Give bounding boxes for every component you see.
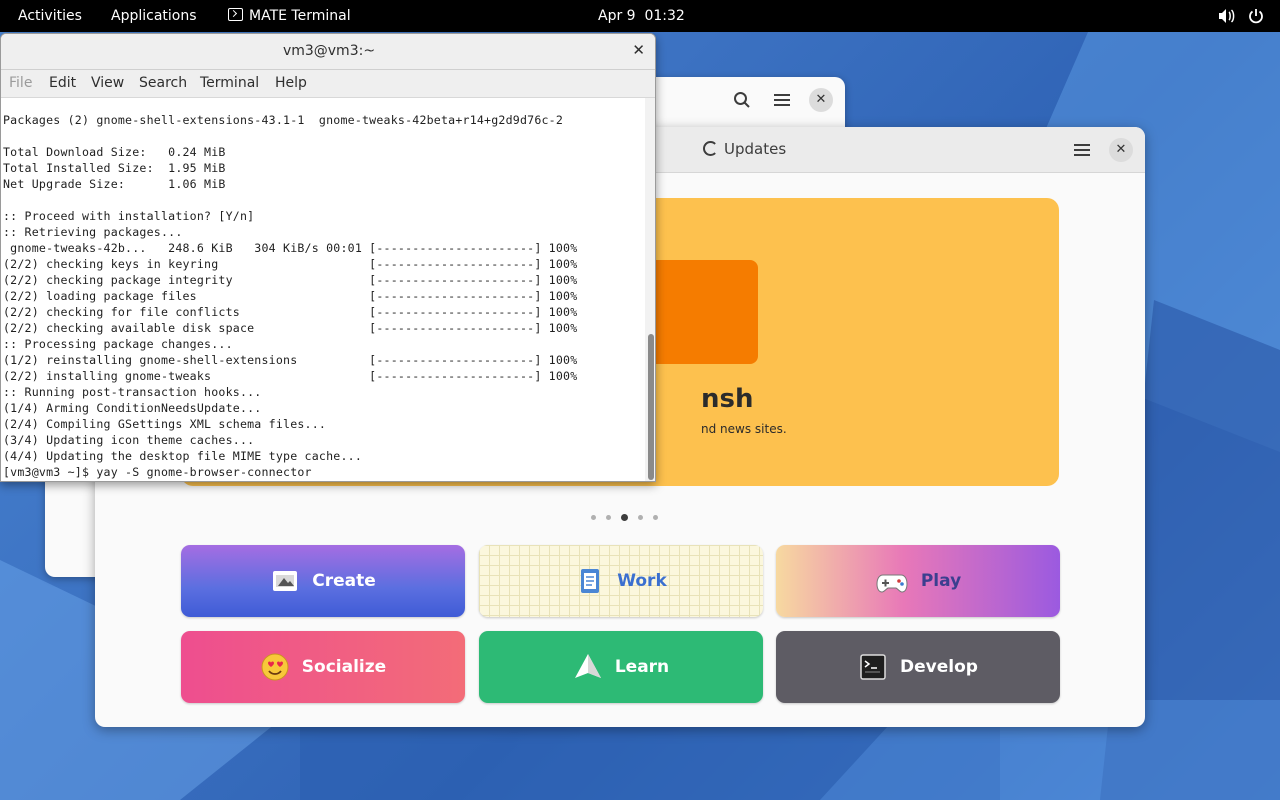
terminal-line: (1/4) Arming ConditionNeedsUpdate...	[3, 401, 262, 415]
category-socialize[interactable]: Socialize	[181, 631, 465, 703]
menu-search[interactable]: Search	[139, 75, 187, 91]
top-bar: Activities Applications MATE Terminal Ap…	[0, 0, 1280, 32]
category-learn-label: Learn	[614, 657, 670, 677]
tab-updates-label: Updates	[724, 140, 787, 158]
heart-eyes-icon	[260, 652, 290, 682]
terminal-line: (2/2) checking available disk space [---…	[3, 321, 578, 335]
category-develop-label: Develop	[900, 657, 978, 677]
category-create-label: Create	[312, 571, 376, 591]
terminal-line: Packages (2) gnome-shell-extensions-43.1…	[3, 113, 564, 127]
carousel-dot[interactable]	[638, 515, 643, 520]
volume-icon[interactable]	[1217, 7, 1235, 30]
terminal-line: Net Upgrade Size: 1.06 MiB	[3, 177, 226, 191]
terminal-icon	[228, 8, 243, 21]
activities-button[interactable]: Activities	[18, 7, 82, 25]
terminal-window[interactable]: vm3@vm3:~ ✕ File Edit View Search Termin…	[0, 33, 656, 482]
close-icon[interactable]: ✕	[809, 88, 833, 112]
terminal-line: (4/4) Updating the desktop file MIME typ…	[3, 449, 363, 463]
terminal-line: (2/2) checking for file conflicts [-----…	[3, 305, 578, 319]
carousel-indicator[interactable]	[591, 505, 668, 524]
refresh-icon	[703, 141, 718, 156]
category-play-label: Play	[920, 571, 962, 591]
terminal-line: :: Processing package changes...	[3, 337, 233, 351]
menu-icon[interactable]	[774, 94, 790, 106]
carousel-dot[interactable]	[591, 515, 596, 520]
terminal-line: gnome-tweaks-42b... 248.6 KiB 304 KiB/s …	[3, 241, 578, 255]
terminal-line: (2/2) installing gnome-tweaks [---------…	[3, 369, 578, 383]
terminal-menubar: File Edit View Search Terminal Help	[1, 70, 655, 98]
active-app-menu[interactable]: MATE Terminal	[228, 7, 351, 25]
carousel-dot[interactable]	[653, 515, 658, 520]
search-icon[interactable]	[733, 91, 751, 113]
gamepad-icon	[875, 566, 909, 596]
category-play[interactable]: Play	[776, 545, 1060, 617]
tab-updates[interactable]: Updates	[703, 140, 786, 158]
terminal-line: :: Proceed with installation? [Y/n]	[3, 209, 255, 223]
terminal-line: (3/4) Updating icon theme caches...	[3, 433, 255, 447]
menu-icon[interactable]	[1074, 144, 1090, 156]
terminal-output[interactable]: Packages (2) gnome-shell-extensions-43.1…	[1, 98, 645, 481]
terminal-line: :: Retrieving packages...	[3, 225, 183, 239]
terminal-line: (2/2) loading package files [-----------…	[3, 289, 578, 303]
category-work-label: Work	[617, 571, 667, 591]
category-create[interactable]: Create	[181, 545, 465, 617]
terminal-line: Total Installed Size: 1.95 MiB	[3, 161, 226, 175]
terminal-icon	[858, 652, 888, 682]
terminal-titlebar[interactable]: vm3@vm3:~ ✕	[1, 34, 655, 70]
active-app-label: MATE Terminal	[249, 8, 351, 24]
create-icon	[270, 566, 300, 596]
clock[interactable]: Apr 9 01:32	[598, 7, 685, 25]
terminal-scrollbar[interactable]	[645, 98, 655, 481]
terminal-line: (2/4) Compiling GSettings XML schema fil…	[3, 417, 327, 431]
menu-view[interactable]: View	[91, 75, 124, 91]
terminal-line: (2/2) checking package integrity [------…	[3, 273, 578, 287]
category-work[interactable]: Work	[479, 545, 763, 617]
terminal-title: vm3@vm3:~	[282, 43, 376, 59]
paper-plane-icon	[573, 652, 603, 682]
carousel-dot[interactable]	[606, 515, 611, 520]
terminal-line: :: Running post-transaction hooks...	[3, 385, 262, 399]
category-socialize-label: Socialize	[301, 657, 387, 677]
close-icon[interactable]: ✕	[1109, 138, 1133, 162]
applications-menu[interactable]: Applications	[111, 7, 197, 25]
close-icon[interactable]: ✕	[632, 41, 645, 59]
terminal-line: [vm3@vm3 ~]$ yay -S gnome-browser-connec…	[3, 465, 312, 479]
menu-edit[interactable]: Edit	[49, 75, 76, 91]
work-icon	[575, 566, 605, 596]
featured-title: nsh	[701, 384, 754, 414]
menu-file[interactable]: File	[9, 75, 32, 91]
carousel-dot-active[interactable]	[621, 514, 628, 521]
category-develop[interactable]: Develop	[776, 631, 1060, 703]
power-icon[interactable]	[1247, 7, 1265, 30]
menu-help[interactable]: Help	[275, 75, 307, 91]
featured-subtitle: nd news sites.	[701, 422, 787, 436]
clock-time: 01:32	[644, 8, 685, 24]
terminal-line: Total Download Size: 0.24 MiB	[3, 145, 226, 159]
menu-terminal[interactable]: Terminal	[200, 75, 259, 91]
clock-date: Apr 9	[598, 8, 636, 24]
terminal-line: (2/2) checking keys in keyring [--------…	[3, 257, 578, 271]
terminal-line: (1/2) reinstalling gnome-shell-extension…	[3, 353, 578, 367]
category-learn[interactable]: Learn	[479, 631, 763, 703]
scrollbar-thumb[interactable]	[648, 334, 654, 480]
